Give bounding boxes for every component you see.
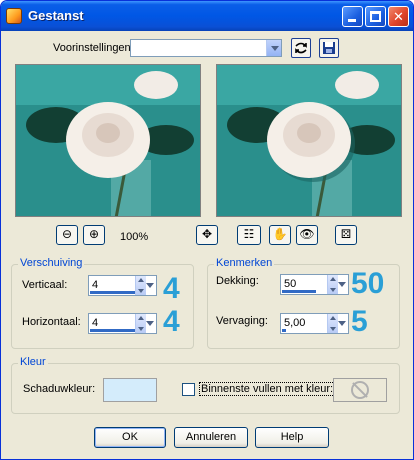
vertical-annotation: 4 (163, 272, 180, 305)
minimize-button[interactable] (342, 6, 363, 27)
zoom-out-icon: ⊖ (61, 227, 73, 241)
hand-icon: ✋ (272, 227, 288, 241)
blur-annotation: 5 (351, 305, 368, 338)
zoom-level: 100% (120, 231, 149, 243)
presets-label: Voorinstellingen: (53, 42, 134, 54)
chevron-down-icon[interactable] (146, 321, 154, 326)
opacity-value: 50 (284, 278, 297, 290)
shadow-color-swatch[interactable] (103, 378, 157, 402)
move-icon: ✥ (201, 227, 213, 241)
fill-color-swatch-disabled (333, 378, 387, 402)
rose-image-after (217, 65, 401, 216)
save-preset-button[interactable] (319, 38, 339, 58)
rose-image-before (16, 65, 200, 216)
dice-icon: ⚄ (340, 227, 352, 241)
randomize-button[interactable]: ⚄ (335, 225, 357, 245)
title-bar[interactable]: Gestanst ✕ (1, 1, 413, 31)
app-icon (6, 8, 22, 24)
fill-inner-checkbox[interactable] (182, 383, 195, 396)
opacity-spin-arrows[interactable] (327, 275, 338, 294)
offset-group-title: Verschuiving (18, 257, 85, 269)
blur-spinner[interactable]: 5,00 (280, 313, 349, 334)
reset-icon (295, 42, 307, 54)
proof-toggle-button[interactable]: ☷ (237, 225, 261, 245)
dialog-window: Gestanst ✕ Voorinstellingen: ⊖ ⊕ 100% ✥ … (0, 0, 414, 460)
reset-preset-button[interactable] (291, 38, 311, 58)
opacity-annotation: 50 (351, 267, 385, 300)
vertical-label: Verticaal: (22, 279, 68, 291)
shadow-color-label: Schaduwkleur: (23, 383, 96, 395)
vertical-spin-arrows[interactable] (135, 276, 146, 295)
vertical-slider-bar[interactable] (90, 291, 136, 294)
opacity-label: Dekking: (216, 275, 259, 287)
preview-original[interactable] (15, 64, 201, 217)
presets-dropdown[interactable] (130, 39, 282, 57)
blur-label: Vervaging: (216, 315, 268, 327)
auto-proof-button[interactable]: ✋ (269, 225, 291, 245)
preview-toggle-icon: ☷ (243, 227, 255, 241)
horizontal-spinner[interactable]: 4 (88, 313, 157, 334)
horizontal-value: 4 (92, 317, 99, 329)
chevron-down-icon[interactable] (338, 321, 346, 326)
save-icon (323, 42, 335, 54)
pan-button[interactable]: ✥ (196, 225, 218, 245)
opacity-slider-bar[interactable] (282, 290, 316, 293)
zoom-in-icon: ⊕ (88, 227, 100, 241)
chevron-down-icon[interactable] (146, 283, 154, 288)
eye-icon: 👁 (299, 227, 315, 241)
horizontal-slider-bar[interactable] (90, 329, 136, 332)
color-group-title: Kleur (18, 356, 48, 368)
show-preview-button[interactable]: 👁 (296, 225, 318, 245)
close-button[interactable]: ✕ (388, 6, 409, 27)
blur-slider-bar[interactable] (282, 329, 286, 332)
vertical-spinner[interactable]: 4 (88, 275, 157, 296)
cancel-button[interactable]: Annuleren (174, 427, 248, 448)
chevron-down-icon[interactable] (266, 40, 281, 56)
horizontal-spin-arrows[interactable] (135, 314, 146, 333)
fill-inner-label[interactable]: Binnenste vullen met kleur: (199, 382, 336, 396)
window-title: Gestanst (28, 8, 84, 23)
help-button[interactable]: Help (255, 427, 329, 448)
maximize-button[interactable] (365, 6, 386, 27)
preview-result[interactable] (216, 64, 402, 217)
zoom-out-button[interactable]: ⊖ (56, 225, 78, 245)
opacity-spinner[interactable]: 50 (280, 274, 349, 295)
ok-button[interactable]: OK (94, 427, 166, 448)
chevron-down-icon[interactable] (338, 282, 346, 287)
attributes-group-title: Kenmerken (214, 257, 275, 269)
horizontal-annotation: 4 (163, 305, 180, 338)
blur-spin-arrows[interactable] (327, 314, 338, 333)
horizontal-label: Horizontaal: (22, 316, 81, 328)
blur-value: 5,00 (284, 317, 306, 329)
vertical-value: 4 (92, 279, 99, 291)
zoom-in-button[interactable]: ⊕ (83, 225, 105, 245)
